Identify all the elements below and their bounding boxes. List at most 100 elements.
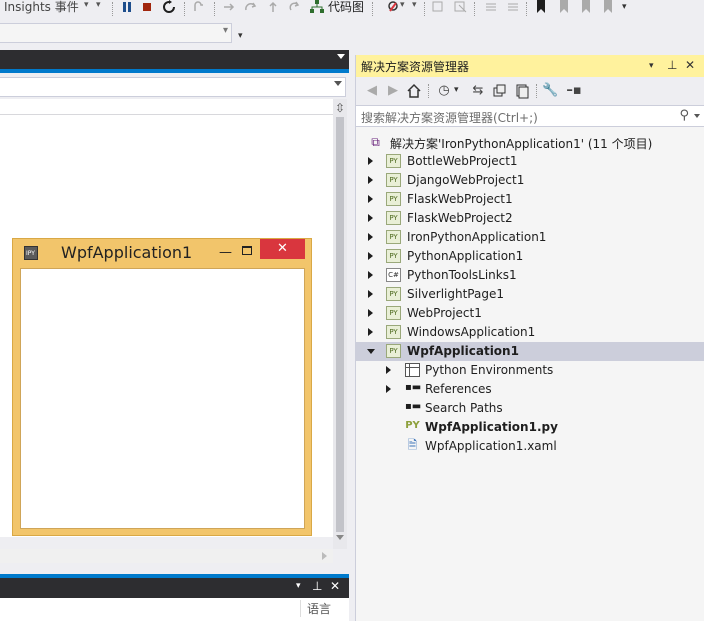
tree-item-project[interactable]: PY DjangoWebProject1 [356,171,704,190]
tree-item-python-file[interactable]: PY WpfApplication1.py [356,418,704,437]
tree-item-project[interactable]: PY FlaskWebProject1 [356,190,704,209]
tree-item-xaml-file[interactable]: 🗎 WpfApplication1.xaml [356,437,704,456]
code-map-icon[interactable] [310,0,324,14]
stop-icon[interactable] [140,0,154,14]
tree-item-project[interactable]: C# PythonToolsLinks1 [356,266,704,285]
tree-item-references[interactable]: ▪▬ References [356,380,704,399]
next-bookmark-icon[interactable] [578,0,592,14]
format-icon[interactable] [432,0,446,14]
wpf-window-client-area[interactable] [20,268,305,529]
bookmark-icon[interactable] [534,0,548,14]
pin-icon[interactable]: ⊥ [312,579,322,593]
tree-item-project[interactable]: PY SilverlightPage1 [356,285,704,304]
code-map-button[interactable]: 代码图 [328,0,364,15]
clear-bookmarks-icon[interactable] [600,0,614,14]
insights-events-button[interactable]: Insights 事件 [4,0,79,15]
solution-tree[interactable]: ⧉ 解决方案'IronPythonApplication1' (11 个项目) … [356,130,704,621]
pin-icon[interactable]: ⊥ [667,58,677,72]
restart-icon[interactable] [162,0,176,14]
step-out-icon[interactable] [266,0,280,14]
editor-navigation-dropdown[interactable] [0,77,346,97]
python-project-icon: PY [386,154,401,168]
chevron-down-icon[interactable]: ▾ [454,85,459,95]
language-column-header[interactable]: 语言 [300,600,331,617]
toolbar-overflow-icon[interactable]: ▾ [238,31,243,41]
collapse-arrow-icon[interactable] [367,349,375,354]
scrollbar-thumb[interactable] [336,117,344,532]
search-input[interactable]: 搜索解决方案资源管理器(Ctrl+;) [361,109,538,126]
pending-changes-icon[interactable]: ◷ [436,83,452,99]
scroll-right-icon[interactable] [322,552,327,560]
expand-arrow-icon[interactable] [368,195,373,203]
toolbar-separator [372,2,373,16]
bottom-panel-body: 语言 [0,598,349,621]
python-project-icon: PY [386,325,401,339]
sync-icon[interactable]: ⇆ [470,83,486,99]
scroll-down-icon[interactable] [336,535,344,540]
expand-arrow-icon[interactable] [368,157,373,165]
maximize-icon[interactable] [242,246,252,255]
tree-item-project[interactable]: PY WindowsApplication1 [356,323,704,342]
project-combo[interactable]: ▾ [0,23,232,43]
solution-explorer: 解决方案资源管理器 ▾ ⊥ ✕ ◀ ▶ ◷ ▾ ⇆ 🔧 –▪ 搜索解决方案资源管… [355,55,704,621]
previous-bookmark-icon[interactable] [556,0,570,14]
forward-icon[interactable]: ▶ [385,83,401,99]
toolbar-overflow-icon[interactable]: ▾ [622,2,627,12]
search-options-dropdown-icon[interactable] [694,114,700,118]
uncomment-icon[interactable] [506,0,520,14]
exception-settings-icon[interactable] [386,0,400,14]
panel-menu-icon[interactable]: ▾ [649,61,654,71]
solution-explorer-search[interactable]: 搜索解决方案资源管理器(Ctrl+;) ⚲ [356,105,704,127]
close-icon[interactable]: ✕ [685,58,695,72]
redo-icon[interactable] [288,0,302,14]
toolbar-separator [474,2,475,16]
expand-arrow-icon[interactable] [368,214,373,222]
tree-item-project[interactable]: PY WebProject1 [356,304,704,323]
tree-item-search-paths[interactable]: ▪▬ Search Paths [356,399,704,418]
panel-menu-icon[interactable]: ▾ [296,581,301,591]
vertical-scrollbar[interactable]: ⇳ [333,99,347,549]
expand-arrow-icon[interactable] [386,366,391,374]
tab-list-dropdown-icon[interactable] [337,54,345,59]
pause-icon[interactable] [120,0,134,14]
show-all-files-icon[interactable] [514,83,530,99]
toolbar-overflow-icon[interactable]: ▾ [96,0,101,10]
format-selection-icon[interactable] [454,0,468,14]
toolbar-overflow-icon[interactable]: ▾ [412,0,417,10]
properties-wrench-icon[interactable]: 🔧 [542,83,558,99]
expand-arrow-icon[interactable] [368,309,373,317]
expand-arrow-icon[interactable] [368,176,373,184]
editor-tab-bar [0,50,349,73]
collapse-all-icon[interactable] [492,83,508,99]
expand-arrow-icon[interactable] [368,328,373,336]
exception-dropdown-icon[interactable]: ▾ [400,0,405,10]
insights-dropdown-icon[interactable]: ▾ [84,0,89,10]
home-icon[interactable] [406,83,422,99]
tree-item-python-environments[interactable]: Python Environments [356,361,704,380]
tree-item-project[interactable]: PY IronPythonApplication1 [356,228,704,247]
step-over-icon[interactable] [244,0,258,14]
back-icon[interactable]: ◀ [364,83,380,99]
search-paths-icon: ▪▬ [405,401,422,412]
tree-item-project[interactable]: PY PythonApplication1 [356,247,704,266]
expand-arrow-icon[interactable] [386,385,391,393]
preview-selected-icon[interactable]: –▪ [566,83,582,99]
minimize-icon[interactable]: — [219,245,232,260]
expand-arrow-icon[interactable] [368,290,373,298]
close-icon[interactable]: ✕ [330,579,340,593]
tree-item-project[interactable]: PY BottleWebProject1 [356,152,704,171]
expand-arrow-icon[interactable] [368,252,373,260]
tree-item-solution[interactable]: ⧉ 解决方案'IronPythonApplication1' (11 个项目) [356,133,704,152]
horizontal-scrollbar[interactable] [0,549,333,563]
show-next-statement-icon[interactable] [192,0,206,14]
comment-icon[interactable] [484,0,498,14]
tree-item-project-selected[interactable]: PY WpfApplication1 [356,342,704,361]
search-icon[interactable]: ⚲ [679,108,689,123]
step-into-icon[interactable] [222,0,236,14]
close-button[interactable]: ✕ [260,239,305,259]
expand-arrow-icon[interactable] [368,271,373,279]
tree-item-project[interactable]: PY FlaskWebProject2 [356,209,704,228]
expand-arrow-icon[interactable] [368,233,373,241]
split-view-icon[interactable]: ⇳ [335,101,345,115]
wpf-window-preview[interactable]: IPY WpfApplication1 — ✕ [12,238,312,536]
